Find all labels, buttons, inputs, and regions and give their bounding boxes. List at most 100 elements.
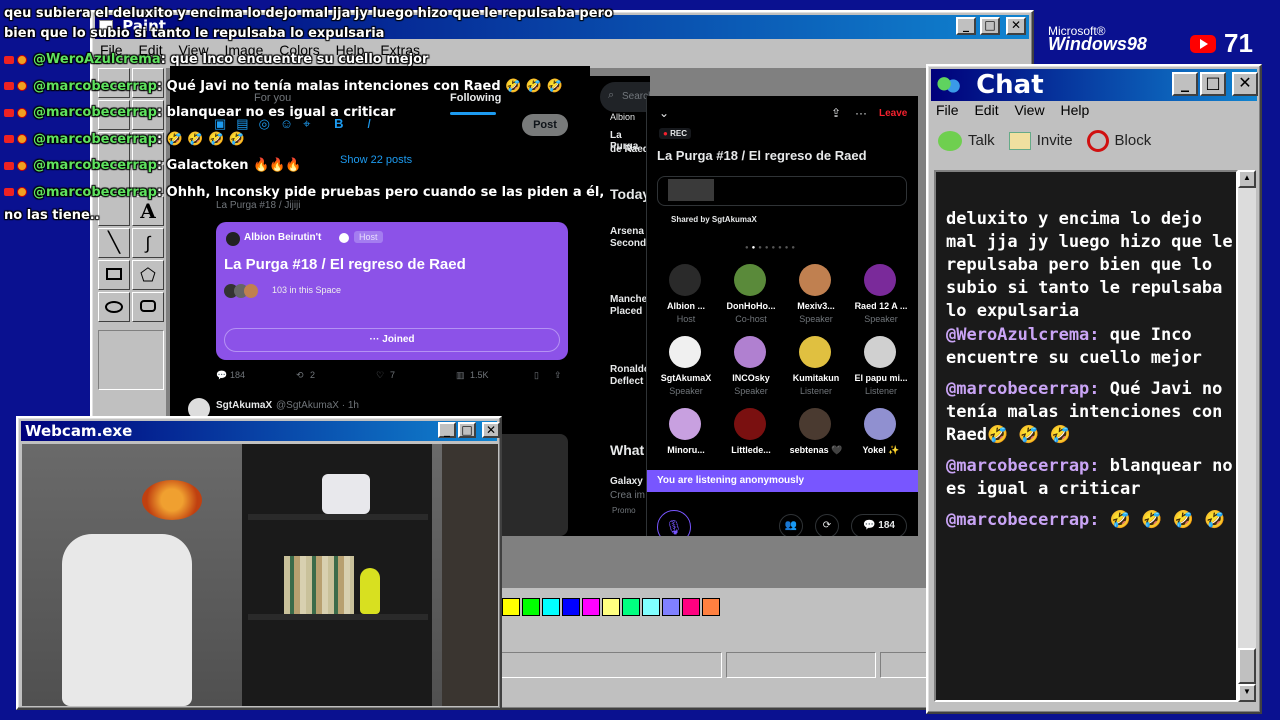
leave-button[interactable]: Leave [879,108,907,119]
participant-avatar[interactable] [669,264,701,296]
palette-color-5[interactable] [602,598,620,616]
palette-color-3[interactable] [562,598,580,616]
overlay-username: @marcobecerrap [33,131,157,147]
viewer-count: 71 [1224,28,1253,58]
talk-icon [938,131,962,151]
chat-close-button[interactable]: ✕ [1232,72,1258,96]
trend-3[interactable]: Ronaldo [610,364,650,375]
tool-ellipse-icon[interactable] [98,292,130,322]
minimize-button[interactable]: _ [956,17,976,35]
trend-2[interactable]: Manche [610,294,647,305]
block-label: Block [1114,131,1152,149]
participant-avatar[interactable] [799,408,831,440]
overlay-text: : Ohhh, Inconsky pide pruebas pero cuand… [156,184,605,200]
palette-color-0[interactable] [502,598,520,616]
block-button[interactable]: Block [1086,130,1152,152]
react-button[interactable]: ⟳ [815,514,839,536]
participant-avatar[interactable] [864,336,896,368]
chat-maximize-button[interactable]: □ [1200,72,1226,96]
participant-role: Speaker [799,314,833,324]
people-button[interactable]: 👥 [779,514,803,536]
palette-color-6[interactable] [622,598,640,616]
like-icon[interactable]: ♡ [376,370,384,381]
post-button[interactable]: Post [522,114,568,136]
tool-rectangle-icon[interactable] [98,260,130,290]
chat-message: @marcobecerrap: blanquear no es igual a … [946,455,1236,501]
promo-1[interactable]: Galaxy [610,476,643,487]
joined-button[interactable]: ··· Joined [224,328,560,352]
palette-color-7[interactable] [642,598,660,616]
space-card[interactable]: Albion Beirutin't Host La Purga #18 / El… [216,222,568,360]
collapse-icon[interactable]: ⌄ [659,106,669,120]
search-box[interactable]: ⌕ Search [600,82,650,112]
palette-color-2[interactable] [542,598,560,616]
chat-title: Chat [976,70,1044,100]
space-more-icon[interactable]: ··· [855,106,867,120]
tool-airbrush[interactable] [98,196,130,226]
maximize-button[interactable]: □ [980,17,1000,35]
chat-menu-edit[interactable]: Edit [974,102,998,118]
webcam-feed [22,444,498,706]
webcam-minimize-button[interactable]: _ [438,422,456,438]
palette-color-8[interactable] [662,598,680,616]
tool-polygon-icon[interactable]: ⬠ [132,260,164,290]
retweet-icon[interactable]: ⟲ [296,370,304,381]
chat-scrollbar[interactable]: ▲ ▼ [1238,170,1256,702]
participant-name: SgtAkumaX [660,373,712,383]
chat-menu-help[interactable]: Help [1060,102,1089,118]
sidebar-top-1: Albion [610,112,636,122]
promo-3: Promo [612,506,636,515]
talk-button[interactable]: Talk [938,131,995,151]
tool-text-icon[interactable]: A [132,196,164,226]
participant-avatar[interactable] [799,264,831,296]
chat-log[interactable]: deluxito y encima lo dejo mal jja jy lue… [934,170,1238,702]
show-posts-link[interactable]: Show 22 posts [340,154,412,166]
invite-label: Invite [1036,131,1073,149]
replies-button[interactable]: 💬 184 [851,514,907,536]
listening-bar: You are listening anonymously [647,470,918,492]
invite-button[interactable]: Invite [1008,131,1073,151]
scroll-down-arrow[interactable]: ▼ [1238,684,1256,702]
tool-curve-icon[interactable]: ∫ [132,228,164,258]
chat-menubar: File Edit View Help [936,102,1101,118]
reply-icon[interactable]: 💬 [216,370,227,381]
participant-role: Host [676,314,696,324]
palette-color-4[interactable] [582,598,600,616]
share-icon[interactable]: ⇪ [554,370,562,381]
chat-menu-file[interactable]: File [936,102,959,118]
participant-name: Kumitakun [792,373,840,383]
participant-avatar[interactable] [799,336,831,368]
bookmark-icon[interactable]: ▯ [534,370,539,381]
participant-avatar[interactable] [669,408,701,440]
scroll-up-arrow[interactable]: ▲ [1238,170,1256,188]
chat-text: 🤣 🤣 🤣 🤣 [1099,510,1226,530]
participant-avatar[interactable] [734,408,766,440]
participant-avatar[interactable] [734,336,766,368]
overlay-text: : 🤣 🤣 🤣 🤣 [156,131,245,147]
participant-avatar[interactable] [864,264,896,296]
chat-minimize-button[interactable]: _ [1172,72,1198,96]
trend-3b: Deflect [610,376,644,387]
scroll-thumb[interactable] [1238,648,1256,684]
youtube-icon [4,188,14,196]
participant-avatar[interactable] [669,336,701,368]
close-button[interactable]: ✕ [1006,17,1026,35]
participant-avatar[interactable] [864,408,896,440]
space-panel: ⌄ ⇪ ··· Leave ● REC La Purga #18 / El re… [646,96,918,536]
tool-rounded-rect-icon[interactable] [132,292,164,322]
tool-line-icon[interactable]: ╲ [98,228,130,258]
participant-name: Minoru... [667,445,705,455]
chat-menu-view[interactable]: View [1014,102,1044,118]
mic-button[interactable]: 🎙 [657,510,691,536]
share-space-icon[interactable]: ⇪ [831,106,841,120]
webcam-maximize-button[interactable]: □ [458,422,476,438]
palette-color-9[interactable] [682,598,700,616]
space-host-name: Albion Beirutin't [244,232,322,243]
participant-avatar[interactable] [734,264,766,296]
chat-username: @marcobecerrap: [946,456,1100,476]
palette-color-1[interactable] [522,598,540,616]
webcam-close-button[interactable]: ✕ [482,422,500,438]
trend-1[interactable]: Arsena [610,226,644,237]
palette-color-10[interactable] [702,598,720,616]
youtube-icon [4,82,14,90]
